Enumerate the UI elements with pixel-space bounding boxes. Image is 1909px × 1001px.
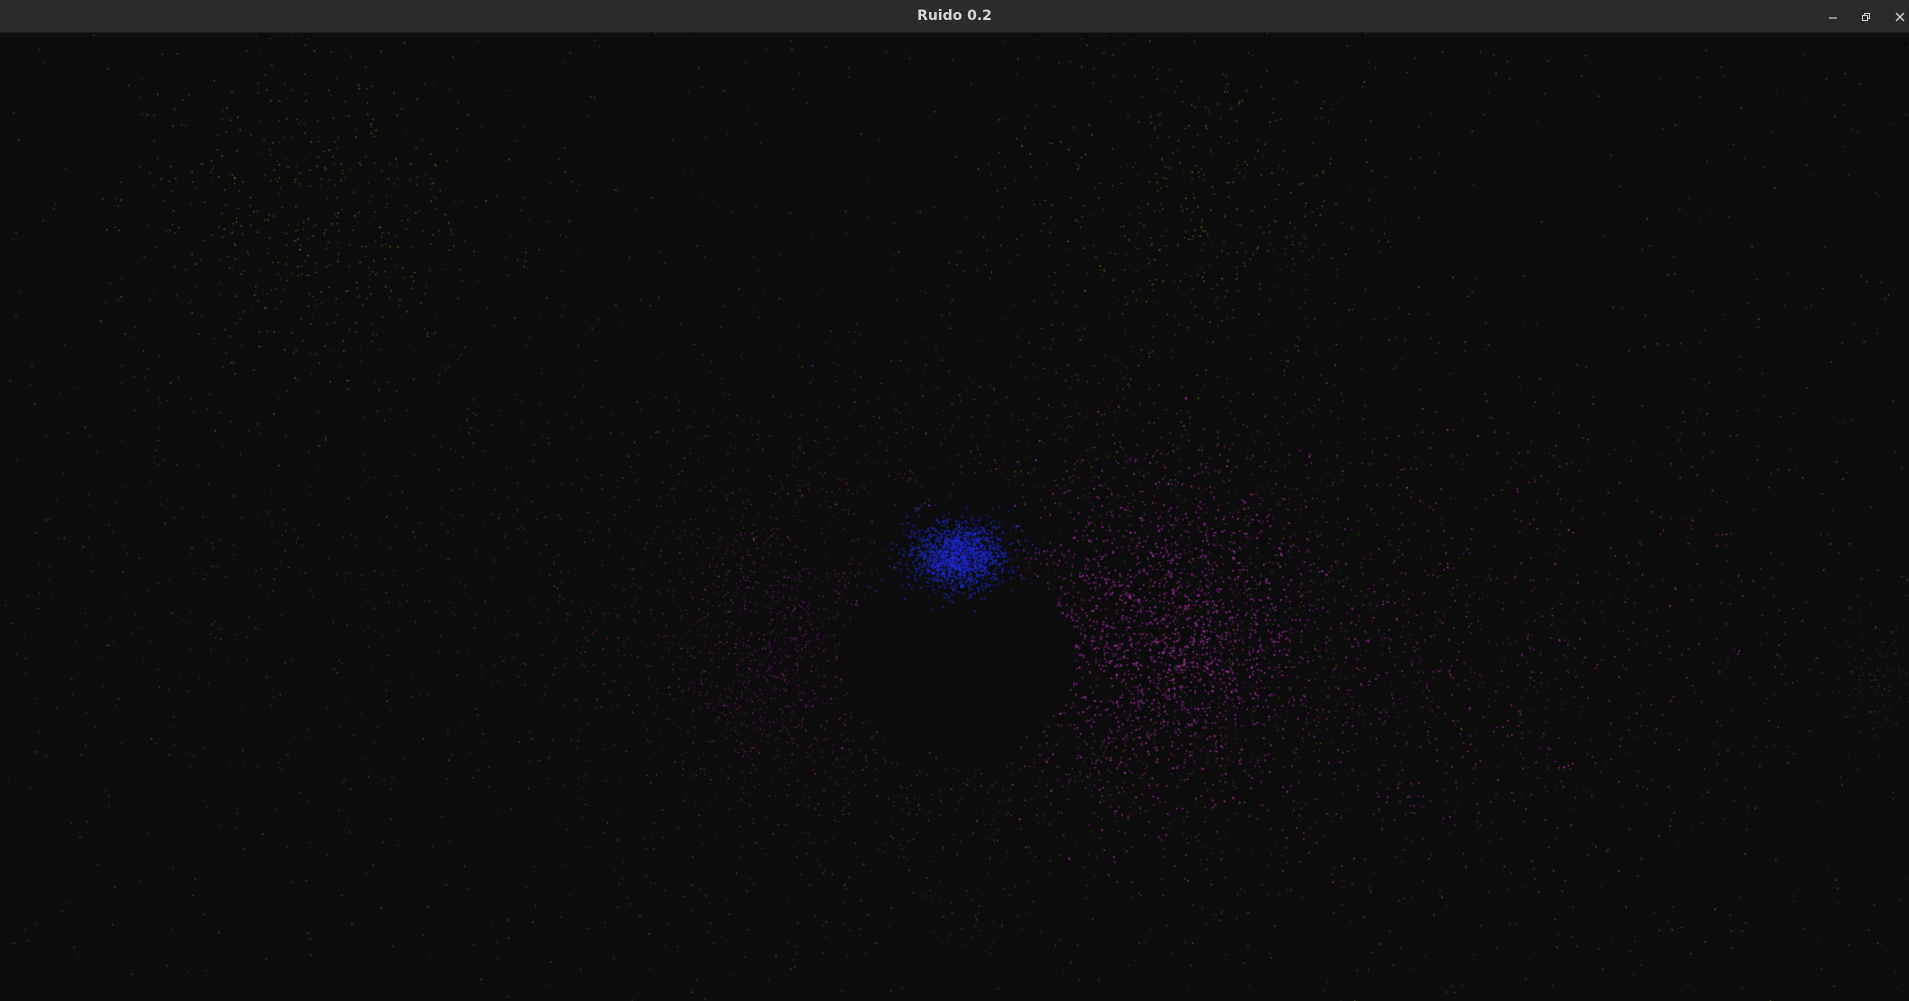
close-icon — [1895, 12, 1905, 22]
window-title: Ruido 0.2 — [917, 8, 992, 24]
app-window: Ruido 0.2 — [0, 0, 1909, 1001]
minimize-button[interactable] — [1822, 6, 1844, 28]
minimize-icon — [1829, 17, 1837, 19]
restore-icon — [1862, 13, 1870, 21]
close-button[interactable] — [1889, 6, 1909, 28]
particle-canvas[interactable] — [0, 33, 1909, 1001]
title-bar[interactable]: Ruido 0.2 — [0, 0, 1909, 33]
restore-button[interactable] — [1855, 6, 1877, 28]
